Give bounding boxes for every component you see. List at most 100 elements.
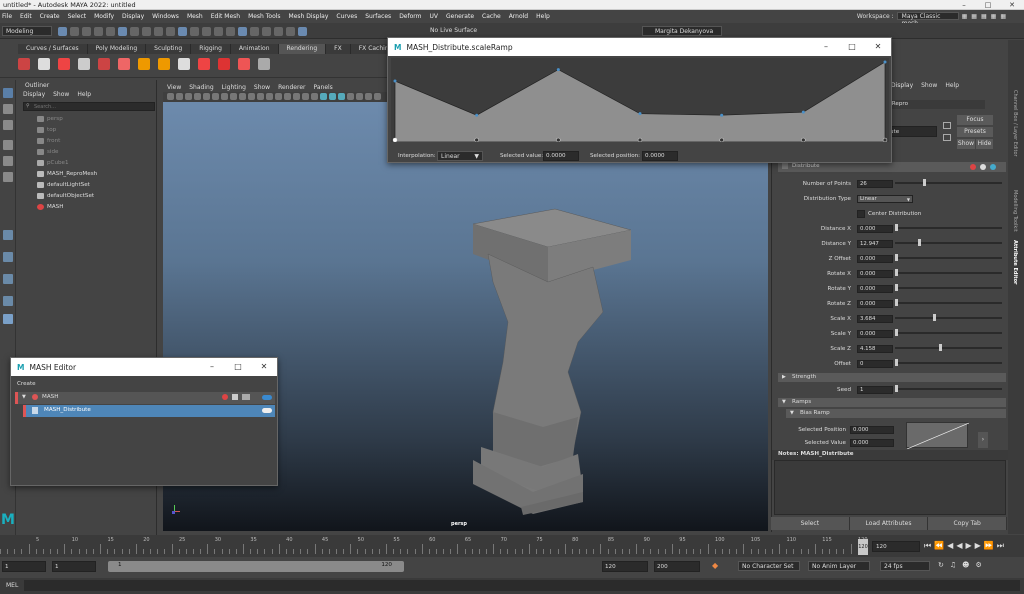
- ramp-point[interactable]: [883, 60, 887, 64]
- sphere-icon[interactable]: [198, 58, 210, 70]
- mesh-icon[interactable]: [258, 58, 270, 70]
- slider-knob[interactable]: [895, 284, 898, 291]
- layout-grid-icon[interactable]: [3, 314, 13, 324]
- range-slider[interactable]: 1 120: [108, 561, 404, 572]
- slider-knob[interactable]: [895, 299, 898, 306]
- menu-select[interactable]: Select: [68, 13, 87, 20]
- menu-create[interactable]: Create: [40, 13, 60, 20]
- slider-knob[interactable]: [895, 385, 898, 392]
- ramp-point[interactable]: [556, 68, 560, 72]
- minimize-button[interactable]: –: [952, 0, 976, 10]
- ramp-point[interactable]: [638, 112, 642, 116]
- ramp-point[interactable]: [475, 113, 479, 117]
- viewport-tool-icon[interactable]: [347, 93, 354, 100]
- outliner-item[interactable]: persp: [37, 116, 63, 122]
- viewport-tool-icon[interactable]: [329, 93, 336, 100]
- viewport-tool-icon[interactable]: [365, 93, 372, 100]
- bias-ramp-graph[interactable]: [906, 422, 970, 450]
- time-slider[interactable]: 5 10 15 20 25 30 35 40 45 50 55 60 65 70 75 80 85 90 95 100…: [0, 535, 1024, 557]
- maximize-button[interactable]: □: [976, 0, 1000, 10]
- network-toggle[interactable]: [262, 395, 272, 400]
- attr-slider[interactable]: [895, 224, 1002, 231]
- camera-icon[interactable]: [298, 27, 307, 36]
- center-distribution-checkbox[interactable]: [857, 209, 865, 218]
- maximize-button[interactable]: □: [839, 38, 865, 56]
- person-icon[interactable]: ☻: [962, 561, 969, 569]
- workspace-dropdown[interactable]: Maya Classic mesh: [896, 12, 959, 27]
- attr-field[interactable]: 26: [857, 179, 893, 188]
- copy-tab-button[interactable]: Copy Tab: [928, 517, 1008, 530]
- viewport-tool-icon[interactable]: [239, 93, 246, 100]
- sel-val-field[interactable]: 0.000: [850, 438, 894, 447]
- menu-display[interactable]: Display: [122, 13, 144, 20]
- viewport-tool-icon[interactable]: [320, 93, 327, 100]
- menu-surfaces[interactable]: Surfaces: [365, 13, 391, 20]
- ramp-point[interactable]: [801, 110, 805, 114]
- outliner-menu-help[interactable]: Help: [77, 91, 91, 98]
- playback-start-field[interactable]: 1: [52, 561, 96, 572]
- viewport-tool-icon[interactable]: [176, 93, 183, 100]
- menu-deform[interactable]: Deform: [399, 13, 421, 20]
- focus-button[interactable]: Focus: [957, 115, 993, 125]
- ramp-graph[interactable]: [391, 58, 889, 143]
- viewport-tool-icon[interactable]: [167, 93, 174, 100]
- current-frame-marker[interactable]: 120: [858, 539, 868, 555]
- close-button[interactable]: ✕: [865, 38, 891, 56]
- viewport-tool-icon[interactable]: [230, 93, 237, 100]
- new-scene-icon[interactable]: [58, 27, 67, 36]
- cut-icon[interactable]: [78, 58, 90, 70]
- light-editor-icon[interactable]: [286, 27, 295, 36]
- node-name-field[interactable]: _Repro: [889, 100, 985, 109]
- snap-point-icon[interactable]: [178, 27, 187, 36]
- menu-edit[interactable]: Edit: [20, 13, 32, 20]
- notes-textarea[interactable]: [774, 460, 1006, 515]
- mash-create-menu[interactable]: Create: [17, 381, 36, 387]
- mel-label[interactable]: MEL: [6, 582, 18, 589]
- focus-toggle-icon[interactable]: [943, 122, 951, 129]
- viewport-tool-icon[interactable]: [221, 93, 228, 100]
- viewport-tool-icon[interactable]: [266, 93, 273, 100]
- viewport-tool-icon[interactable]: [248, 93, 255, 100]
- presets-button[interactable]: Presets: [957, 127, 993, 137]
- bias-ramp-section[interactable]: ▼ Bias Ramp: [786, 409, 1006, 418]
- snap-curve-icon[interactable]: [166, 27, 175, 36]
- viewport-menu-renderer[interactable]: Renderer: [278, 84, 305, 91]
- render-settings-icon[interactable]: [250, 27, 259, 36]
- ramp-point[interactable]: [720, 113, 724, 117]
- redo-icon[interactable]: [106, 27, 115, 36]
- rotate-icon[interactable]: [178, 58, 190, 70]
- attr-field[interactable]: 4.158: [857, 344, 893, 353]
- undo-icon[interactable]: [94, 27, 103, 36]
- menu-file[interactable]: File: [2, 13, 12, 20]
- attr-slider[interactable]: [895, 254, 1002, 261]
- attr-field[interactable]: 0: [857, 359, 893, 368]
- slider-knob[interactable]: [933, 314, 937, 321]
- menu-help[interactable]: Help: [536, 13, 550, 20]
- mash-network-row[interactable]: ▼ MASH: [15, 392, 275, 404]
- outliner-item[interactable]: defaultObjectSet: [37, 193, 94, 199]
- stamp-icon[interactable]: [238, 58, 250, 70]
- tab-channel-box[interactable]: Channel Box / Layer Editor: [1012, 90, 1018, 157]
- attr-slider[interactable]: [895, 329, 1002, 336]
- shelf-tab-0[interactable]: Curves / Surfaces: [18, 44, 88, 54]
- hide-button[interactable]: Hide: [976, 139, 993, 149]
- ramp-handle[interactable]: [392, 137, 398, 143]
- select-tool-icon[interactable]: [3, 88, 13, 98]
- list-icon[interactable]: [232, 394, 238, 400]
- play-icon[interactable]: ▶: [965, 541, 971, 551]
- outliner-menu-display[interactable]: Display: [23, 91, 45, 98]
- outliner-menu-show[interactable]: Show: [53, 91, 69, 98]
- attr-slider[interactable]: [895, 314, 1002, 321]
- mash-editor-titlebar[interactable]: M MASH Editor – □ ✕: [11, 358, 277, 376]
- show-button[interactable]: Show: [957, 139, 975, 149]
- close-button[interactable]: ✕: [251, 358, 277, 376]
- slider-knob[interactable]: [895, 329, 898, 336]
- attr-field[interactable]: 0.000: [857, 269, 893, 278]
- select-button[interactable]: Select: [771, 517, 850, 530]
- record-icon[interactable]: [970, 164, 976, 170]
- step-back-icon[interactable]: ⏪: [934, 541, 944, 551]
- shelf-tab-4[interactable]: Animation: [230, 44, 279, 54]
- outliner-item[interactable]: pCube1: [37, 160, 69, 166]
- viewport-tool-icon[interactable]: [284, 93, 291, 100]
- slider-knob[interactable]: [895, 359, 898, 366]
